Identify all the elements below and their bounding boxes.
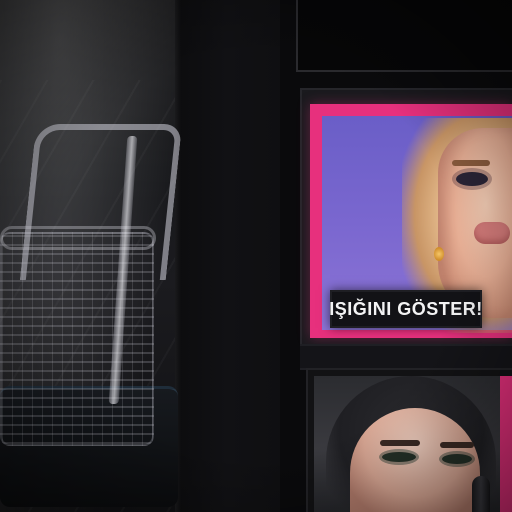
- store-scene: IŞIĞINI GÖSTER!: [0, 0, 512, 512]
- cosmetic-pen: [472, 476, 490, 512]
- display-top-frame: [296, 0, 512, 72]
- display-divider: [300, 344, 512, 370]
- model2-brow-left: [380, 440, 420, 446]
- poster-caption: IŞIĞINI GÖSTER!: [329, 290, 483, 328]
- model-brow: [452, 160, 490, 166]
- poster-caption-text: IŞIĞINI GÖSTER!: [329, 298, 483, 319]
- model-earring: [434, 247, 444, 261]
- model-lips: [474, 222, 510, 244]
- model2-eye-right: [442, 454, 472, 464]
- model-eye: [456, 172, 488, 186]
- cart-handle: [19, 124, 183, 280]
- poster2-pink-edge: [500, 376, 512, 512]
- model2-brow-right: [440, 442, 474, 448]
- model2-eye-left: [382, 452, 416, 462]
